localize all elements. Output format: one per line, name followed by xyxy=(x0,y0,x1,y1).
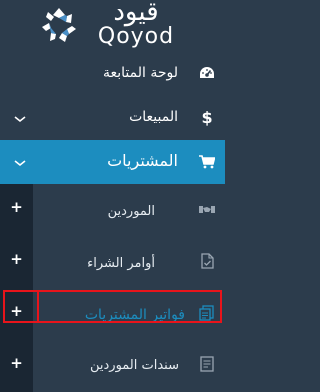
dashboard-gauge-icon xyxy=(200,67,214,78)
chevron-down-icon xyxy=(14,116,26,123)
add-supplier-button[interactable]: + xyxy=(10,200,23,215)
submenu-item-purchase-invoices[interactable]: + فواتير المشتريات xyxy=(0,288,225,340)
submenu-item-label: أوامر الشراء xyxy=(87,256,155,271)
brand-name-latin: Qoyod xyxy=(97,24,175,49)
submenu-item-label: سندات الموردين xyxy=(89,358,179,373)
submenu-item-suppliers[interactable]: + الموردين xyxy=(0,184,225,236)
submenu-item-label: الموردين xyxy=(107,204,155,219)
suppliers-icon xyxy=(199,206,215,213)
add-purchase-order-button[interactable]: + xyxy=(10,252,23,267)
sidebar-item-purchases[interactable]: المشتريات xyxy=(0,140,225,184)
chevron-down-icon xyxy=(14,160,26,167)
sidebar-item-label: المشتريات xyxy=(107,151,178,170)
supplier-vouchers-icon xyxy=(200,356,214,372)
dollar-icon: $ xyxy=(202,108,212,126)
sidebar-item-label: المبيعات xyxy=(129,109,178,125)
submenu-item-supplier-vouchers[interactable]: + سندات الموردين xyxy=(0,340,225,392)
sidebar-item-dashboard[interactable]: لوحة المتابعة xyxy=(0,52,225,96)
logo-mark-icon xyxy=(42,8,76,42)
submenu-item-label: فواتير المشتريات xyxy=(84,307,185,323)
brand-name-arabic: قيود xyxy=(113,0,159,27)
add-purchase-invoice-button[interactable]: + xyxy=(10,304,23,319)
add-rail: + xyxy=(0,288,33,340)
add-rail: + xyxy=(0,184,33,236)
add-rail: + xyxy=(0,236,33,288)
brand-logo[interactable]: قيود Qoyod xyxy=(0,0,225,52)
submenu-item-purchase-orders[interactable]: + أوامر الشراء xyxy=(0,236,225,288)
sidebar-item-sales[interactable]: المبيعات $ xyxy=(0,96,225,140)
purchase-order-icon xyxy=(201,253,214,269)
add-rail: + xyxy=(0,340,33,392)
add-supplier-voucher-button[interactable]: + xyxy=(10,356,23,371)
purchase-invoices-icon xyxy=(199,305,214,321)
cart-icon xyxy=(199,155,215,169)
svg-text:$: $ xyxy=(202,108,212,126)
purchases-submenu: + الموردين + أوامر الشراء + فواتير المشت… xyxy=(0,184,225,392)
sidebar-item-label: لوحة المتابعة xyxy=(102,65,178,81)
